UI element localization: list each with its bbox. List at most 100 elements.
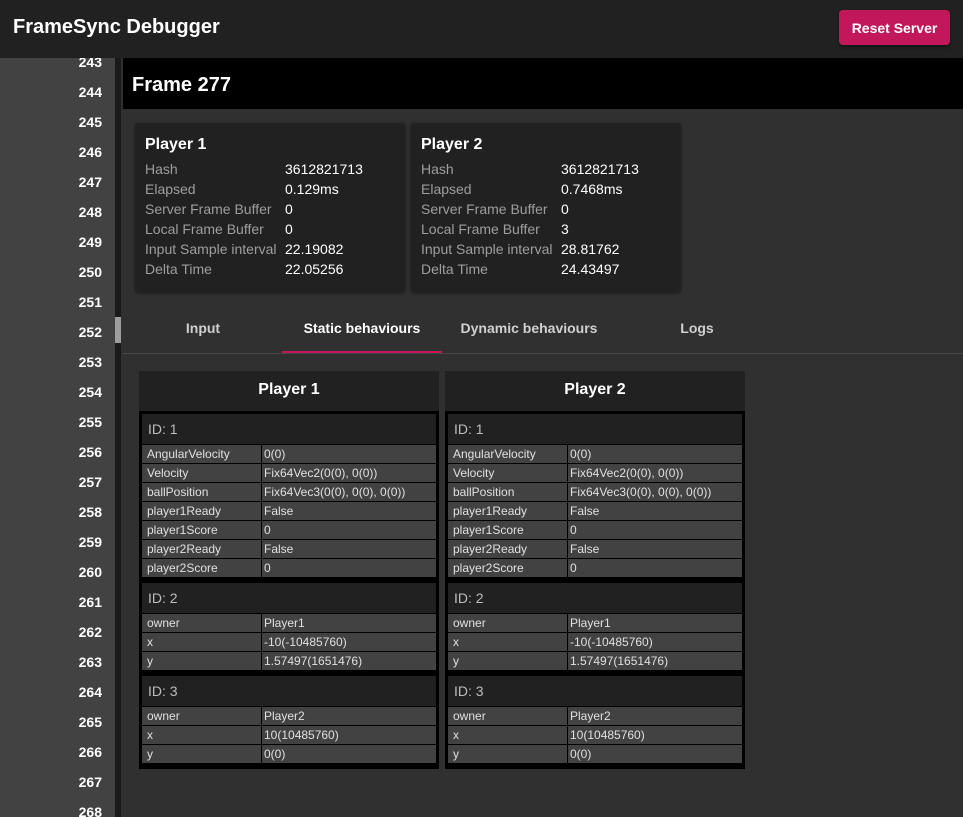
property-value: Player1: [264, 616, 305, 630]
frame-list-item[interactable]: 261: [0, 587, 115, 617]
frame-list-item[interactable]: 244: [0, 77, 115, 107]
property-row: player2Score 0: [142, 558, 436, 577]
behaviour-object: ID: 3 owner Player2 x 10(10485760) y 0(0): [142, 676, 436, 763]
property-name: owner: [448, 707, 568, 725]
frame-list-scrollbar[interactable]: [115, 58, 121, 817]
property-row: ballPosition Fix64Vec3(0(0), 0(0), 0(0)): [448, 482, 742, 501]
frame-list-item[interactable]: 262: [0, 617, 115, 647]
property-value: 10(10485760): [264, 728, 339, 742]
stat-value: 0.7468ms: [561, 181, 623, 197]
frame-list-item[interactable]: 258: [0, 497, 115, 527]
property-row: y 0(0): [142, 744, 436, 763]
frame-list-item[interactable]: 253: [0, 347, 115, 377]
frame-list-item[interactable]: 256: [0, 437, 115, 467]
stat-value: 22.05256: [285, 261, 344, 277]
property-name: y: [448, 652, 568, 670]
property-value: 1.57497(1651476): [264, 654, 363, 668]
object-id-header: ID: 2: [448, 583, 742, 613]
stat-label: Local Frame Buffer: [421, 221, 540, 237]
property-value: False: [570, 542, 600, 556]
tab-input[interactable]: Input: [123, 305, 283, 353]
player-card-title: Player 1: [145, 136, 207, 153]
app-title: FrameSync Debugger: [13, 16, 220, 38]
app-bar: FrameSync Debugger Reset Server: [0, 0, 963, 58]
property-row: owner Player1: [448, 613, 742, 632]
frame-list-item[interactable]: 264: [0, 677, 115, 707]
property-value: 1.57497(1651476): [570, 654, 669, 668]
reset-server-button[interactable]: Reset Server: [839, 10, 950, 45]
property-name: x: [448, 726, 568, 744]
frame-list-item[interactable]: 259: [0, 527, 115, 557]
behaviour-object: ID: 2 owner Player1 x -10(-10485760) y 1.57497…: [448, 583, 742, 670]
property-name: x: [142, 726, 262, 744]
frame-list-item[interactable]: 257: [0, 467, 115, 497]
property-value: Fix64Vec2(0(0), 0(0)): [264, 466, 378, 480]
property-name: player2Ready: [448, 540, 568, 558]
property-name: player2Ready: [142, 540, 262, 558]
frame-list-item[interactable]: 260: [0, 557, 115, 587]
panel-title: Player 1: [139, 371, 439, 411]
property-value: Player2: [570, 709, 611, 723]
player-1-stats-card: Player 1 Hash 3612821713 Elapsed 0.129ms Serv…: [135, 123, 405, 292]
property-row: ballPosition Fix64Vec3(0(0), 0(0), 0(0)): [142, 482, 436, 501]
property-value: Fix64Vec3(0(0), 0(0), 0(0)): [264, 485, 406, 499]
property-value: 0: [264, 561, 271, 575]
frame-list-item[interactable]: 254: [0, 377, 115, 407]
frame-list-item[interactable]: 252: [0, 317, 115, 347]
stat-label: Elapsed: [421, 181, 472, 197]
frame-list-item[interactable]: 265: [0, 707, 115, 737]
frame-list-item[interactable]: 243: [0, 58, 115, 77]
stat-label: Delta Time: [145, 261, 212, 277]
stat-row: Server Frame Buffer 0: [421, 201, 676, 221]
frame-list-item[interactable]: 266: [0, 737, 115, 767]
frame-list-item[interactable]: 247: [0, 167, 115, 197]
property-row: y 1.57497(1651476): [448, 651, 742, 670]
property-row: player2Score 0: [448, 558, 742, 577]
property-name: player2Score: [448, 559, 568, 577]
property-value: 0: [570, 523, 577, 537]
property-row: y 0(0): [448, 744, 742, 763]
stat-value: 22.19082: [285, 241, 344, 257]
property-row: player2Ready False: [142, 539, 436, 558]
property-value: -10(-10485760): [570, 635, 653, 649]
stat-label: Server Frame Buffer: [145, 201, 272, 217]
frame-list-item[interactable]: 263: [0, 647, 115, 677]
property-row: x 10(10485760): [448, 725, 742, 744]
property-row: AngularVelocity 0(0): [142, 444, 436, 463]
frame-list-item[interactable]: 248: [0, 197, 115, 227]
frame-list-scrollbar-thumb[interactable]: [115, 317, 121, 343]
behaviour-object: ID: 3 owner Player2 x 10(10485760) y 0(0): [448, 676, 742, 763]
stat-label: Hash: [421, 161, 454, 177]
frame-list-item[interactable]: 250: [0, 257, 115, 287]
frame-list-item[interactable]: 246: [0, 137, 115, 167]
stat-row: Delta Time 22.05256: [145, 261, 400, 281]
property-name: y: [448, 745, 568, 763]
stat-label: Local Frame Buffer: [145, 221, 264, 237]
stat-row: Elapsed 0.129ms: [145, 181, 400, 201]
frame-list-item[interactable]: 268: [0, 797, 115, 817]
property-value: 0(0): [264, 747, 286, 761]
property-name: y: [142, 745, 262, 763]
stat-row: Hash 3612821713: [145, 161, 400, 181]
frame-list-item[interactable]: 255: [0, 407, 115, 437]
stat-label: Delta Time: [421, 261, 488, 277]
tab-static-behaviours[interactable]: Static behaviours: [282, 305, 442, 353]
stat-value: 0: [285, 221, 293, 237]
tab-logs[interactable]: Logs: [617, 305, 777, 353]
property-row: player1Ready False: [448, 501, 742, 520]
frame-list-item[interactable]: 245: [0, 107, 115, 137]
frame-list-item[interactable]: 251: [0, 287, 115, 317]
property-value: Player2: [264, 709, 305, 723]
property-row: x -10(-10485760): [142, 632, 436, 651]
stat-row: Local Frame Buffer 3: [421, 221, 676, 241]
property-value: False: [264, 542, 294, 556]
frame-list-item[interactable]: 249: [0, 227, 115, 257]
frame-list-item[interactable]: 267: [0, 767, 115, 797]
stat-row: Delta Time 24.43497: [421, 261, 676, 281]
stat-value: 3: [561, 221, 569, 237]
frame-list[interactable]: 243 244 245 246 247 248 249 250 251 252 253 254 255 2…: [0, 58, 115, 817]
tab-dynamic-behaviours[interactable]: Dynamic behaviours: [449, 305, 609, 353]
object-id-header: ID: 2: [142, 583, 436, 613]
property-name: ballPosition: [448, 483, 568, 501]
property-name: owner: [448, 614, 568, 632]
